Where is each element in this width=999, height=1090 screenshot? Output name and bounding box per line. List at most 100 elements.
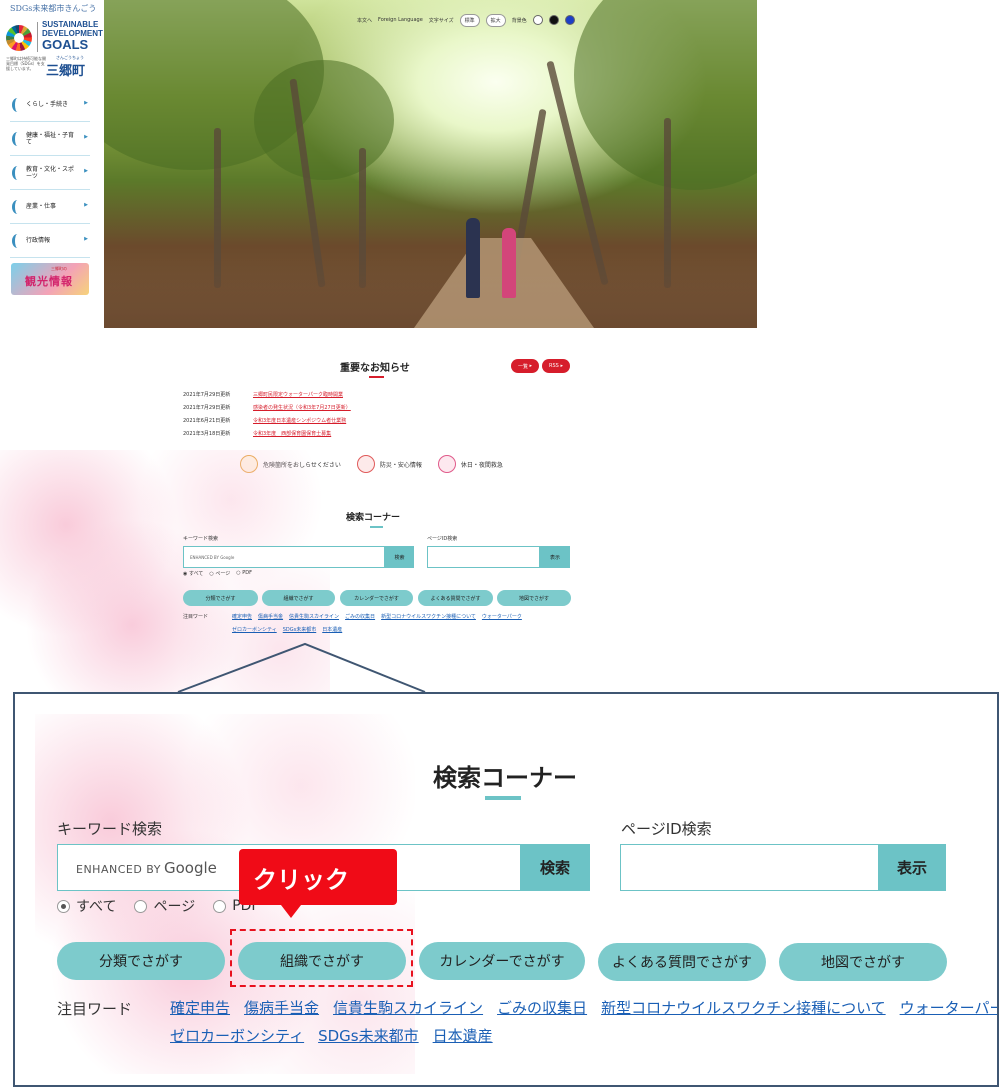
keyword-link[interactable]: 信貴生駒スカイライン (289, 613, 339, 620)
rss-button[interactable]: RSS ▸ (542, 359, 570, 373)
radio-all-label: すべて (76, 899, 117, 915)
search-scope-radios: すべて ページ PDF (57, 896, 259, 916)
keyword-link[interactable]: 傷病手当金 (244, 997, 319, 1018)
radio-page[interactable]: ページ (134, 896, 195, 916)
bg-white-button[interactable] (532, 15, 543, 25)
keyword-link[interactable]: ウォーターパーク (482, 613, 522, 620)
radio-page-small[interactable]: ○ ページ (209, 570, 230, 577)
foreign-language-link[interactable]: Foreign Language (378, 17, 423, 23)
keyword-link[interactable]: 新型コロナウイルスワクチン接種について (601, 997, 886, 1018)
font-standard-button[interactable]: 標準 (459, 13, 480, 27)
keyword-search-input-small[interactable]: ENHANCED BY Google (183, 546, 385, 568)
search-scope-radios-small: ◉ すべて ○ ページ ○ PDF (183, 570, 252, 577)
wave-icon (10, 232, 22, 250)
font-enlarge-button[interactable]: 拡大 (485, 13, 506, 27)
page-id-input-small[interactable] (427, 546, 540, 568)
keyword-search-button-small[interactable]: 検索 (385, 546, 414, 568)
keyword-link[interactable]: ゼロカーボンシティ (170, 1025, 304, 1046)
chevron-right-icon: ▶ (84, 134, 88, 140)
page-id-input[interactable] (620, 844, 879, 891)
wave-icon (10, 130, 22, 148)
town-subtitle: 三郷町は持続可能な開発目標（SDGs）を支援しています。 (6, 56, 46, 71)
page-id-search-label: ページID検索 (621, 820, 712, 838)
category-search-button-small[interactable]: 分類でさがす (183, 590, 258, 606)
news-link[interactable]: 令和3年度日本遺産シンポジウム者仕業務 (253, 417, 346, 424)
utility-bar: 本文へ Foreign Language 文字サイズ 標準 拡大 背景色 (357, 12, 575, 28)
faq-search-button-small[interactable]: よくある質問でさがす (418, 590, 493, 606)
sdgs-wheel-logo[interactable] (6, 25, 32, 51)
keyword-link[interactable]: ごみの収集日 (497, 997, 587, 1018)
keyword-link[interactable]: SDGs未来都市 (318, 1025, 419, 1046)
keyword-link[interactable]: 信貴生駒スカイライン (333, 997, 483, 1018)
radio-all[interactable]: すべて (57, 896, 116, 916)
menu-item-education[interactable]: 教育・文化・スポーツ ▶ (10, 156, 90, 190)
keyword-link[interactable]: ごみの収集日 (345, 613, 375, 620)
chevron-right-icon: ▶ (84, 202, 88, 208)
news-link[interactable]: 令和3年度 西部保育園保育士募集 (253, 430, 331, 437)
tree-canopy (254, 60, 394, 180)
bg-blue-button[interactable] (564, 15, 575, 25)
search-corner-underline (485, 796, 521, 800)
hiker (466, 218, 480, 298)
menu-item-label: 教育・文化・スポーツ (26, 165, 75, 180)
news-link[interactable]: 三郷町民限定ウォーターパーク臨時開業 (253, 391, 343, 398)
news-item: 2021年7月29日更新 感染者の発生状況（令和3年7月27日更新） (183, 401, 503, 414)
radio-pdf-small[interactable]: ○ PDF (236, 570, 252, 577)
keyword-link[interactable]: 日本遺産 (433, 1025, 493, 1046)
divider (37, 22, 38, 52)
calendar-search-button[interactable]: カレンダーでさがす (419, 942, 585, 980)
calendar-search-button-small[interactable]: カレンダーでさがす (340, 590, 413, 606)
organization-search-button-small[interactable]: 組織でさがす (262, 590, 335, 606)
radio-button-checked[interactable] (57, 899, 70, 913)
menu-item-administration[interactable]: 行政情報 ▶ (10, 224, 90, 258)
map-search-button[interactable]: 地図でさがす (779, 943, 947, 981)
chevron-right-icon: ▶ (84, 236, 88, 242)
keyword-link[interactable]: ウォーターパーク (900, 997, 997, 1018)
sdgs-logo-text[interactable]: SUSTAINABLE DEVELOPMENT GOALS (42, 20, 103, 52)
keyword-link[interactable]: SDGs未来都市 (283, 626, 317, 633)
news-list-button[interactable]: 一覧 ▸ (511, 359, 539, 373)
faq-search-button[interactable]: よくある質問でさがす (598, 943, 766, 981)
keyword-search-label-small: キーワード検索 (183, 536, 219, 542)
page-id-display-button[interactable]: 表示 (878, 844, 946, 891)
menu-item-living[interactable]: くらし・手続き ▶ (10, 88, 90, 122)
keyword-link[interactable]: 日本遺産 (322, 626, 342, 633)
map-search-button-small[interactable]: 地図でさがす (497, 590, 571, 606)
keyword-link[interactable]: 傷病手当金 (258, 613, 283, 620)
news-underline (369, 376, 384, 378)
hiker (502, 228, 516, 298)
font-size-label: 文字サイズ (428, 17, 454, 24)
news-title: 重要なお知らせ (340, 363, 410, 374)
radio-all-small[interactable]: ◉ すべて (183, 570, 203, 577)
radio-all-label-small: すべて (188, 571, 204, 577)
keyword-search-button[interactable]: 検索 (520, 844, 590, 891)
chevron-right-icon: ▶ (84, 168, 88, 174)
menu-item-industry[interactable]: 産業・仕事 ▶ (10, 190, 90, 224)
holiday-emergency-link[interactable]: 休日・夜間救急 (437, 455, 503, 473)
keyword-link[interactable]: 確定申告 (170, 997, 230, 1018)
town-logo[interactable]: 三郷町 (46, 60, 85, 79)
radio-button[interactable] (213, 899, 227, 913)
bg-black-button[interactable] (548, 15, 559, 25)
megaphone-icon (356, 455, 375, 473)
danger-report-link[interactable]: 危険箇所をおしらせください (240, 455, 341, 473)
google-enhanced-label: ENHANCED BY Google (76, 859, 217, 877)
skip-link[interactable]: 本文へ (357, 17, 372, 24)
category-search-button[interactable]: 分類でさがす (57, 942, 225, 980)
sidebar: SDGs未来都市きんごう SUSTAINABLE DEVELOPMENT GOA… (0, 0, 103, 300)
tourism-banner[interactable]: 三郷町の 観光情報 (11, 263, 89, 295)
wave-icon (10, 96, 22, 114)
keyword-link[interactable]: ゼロカーボンシティ (232, 626, 277, 633)
keyword-link[interactable]: 新型コロナウイルスワクチン接種について (381, 613, 476, 620)
news-item: 2021年7月29日更新 三郷町民限定ウォーターパーク臨時開業 (183, 388, 503, 401)
radio-button[interactable] (134, 899, 148, 913)
zoom-callout: 検索コーナー キーワード検索 ページID検索 ENHANCED BY Google… (13, 692, 999, 1087)
news-list-button-label: 一覧 (517, 363, 528, 370)
news-link[interactable]: 感染者の発生状況（令和3年7月27日更新） (253, 404, 351, 411)
keyword-link[interactable]: 確定申告 (232, 613, 252, 620)
disaster-info-link[interactable]: 防災・安心情報 (356, 455, 422, 473)
danger-report-label: 危険箇所をおしらせください (263, 461, 341, 469)
news-date: 2021年6月21日更新 (183, 418, 231, 424)
menu-item-health[interactable]: 健康・福祉・子育て ▶ (10, 122, 90, 156)
page-id-display-button-small[interactable]: 表示 (540, 546, 570, 568)
